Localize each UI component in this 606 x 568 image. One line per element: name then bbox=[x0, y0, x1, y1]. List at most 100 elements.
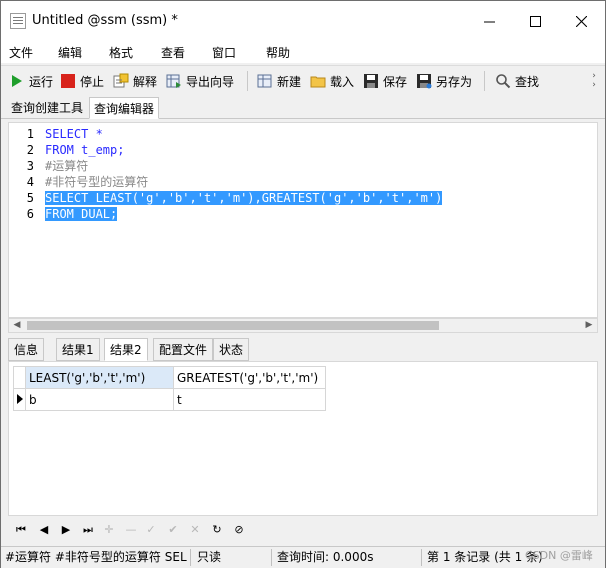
status-query-time: 查询时间: 0.000s bbox=[277, 550, 374, 564]
sql-editor[interactable]: 1 2 3 4 5 6 SELECT * FROM t_emp; #运算符 #非… bbox=[8, 122, 598, 318]
line-number: 6 bbox=[26, 207, 34, 221]
tab-info[interactable]: 信息 bbox=[8, 338, 45, 361]
line-number: 2 bbox=[26, 143, 34, 157]
toolbar: 运行 停止 解释 导出向导 新建 载入 保存 另存为 查找 › › bbox=[1, 65, 605, 95]
grid-cell[interactable]: b bbox=[25, 388, 174, 411]
export-wizard-label: 导出向导 bbox=[186, 74, 235, 89]
status-bar: #运算符 #非符号型的运算符 SELECT 只读 查询时间: 0.000s 第 … bbox=[1, 546, 605, 568]
explain-label: 解释 bbox=[133, 74, 158, 89]
grid-header-row: LEAST('g','b','t','m') GREATEST('g','b',… bbox=[13, 366, 326, 389]
folder-icon bbox=[310, 73, 326, 89]
menu-format[interactable]: 格式 bbox=[109, 44, 133, 61]
apply-changes-icon: ✔ bbox=[168, 523, 178, 536]
stop-label: 停止 bbox=[80, 74, 105, 89]
code-line-comment: #运算符 bbox=[45, 159, 89, 173]
minimize-icon bbox=[484, 21, 495, 23]
find-label: 查找 bbox=[515, 74, 540, 89]
grid-cell[interactable]: t bbox=[173, 388, 326, 411]
refresh-icon[interactable]: ↻ bbox=[210, 523, 224, 537]
first-record-icon[interactable]: ⏮ bbox=[14, 523, 28, 537]
column-header[interactable]: LEAST('g','b','t','m') bbox=[25, 366, 174, 389]
load-label: 载入 bbox=[330, 74, 355, 89]
scroll-left-icon[interactable]: ◀ bbox=[9, 319, 25, 332]
explain-icon bbox=[113, 73, 129, 89]
menu-edit[interactable]: 编辑 bbox=[58, 44, 82, 61]
last-record-icon[interactable]: ⏭ bbox=[81, 523, 95, 537]
status-divider bbox=[421, 549, 422, 566]
editor-horizontal-scrollbar[interactable]: ◀ ▶ bbox=[8, 318, 598, 333]
close-icon bbox=[576, 16, 587, 27]
run-button[interactable]: 运行 bbox=[9, 71, 53, 91]
status-divider bbox=[271, 549, 272, 566]
save-as-icon bbox=[416, 73, 432, 89]
save-as-label: 另存为 bbox=[436, 74, 473, 89]
menu-window[interactable]: 窗口 bbox=[212, 44, 236, 61]
current-row-marker bbox=[13, 388, 26, 411]
column-header[interactable]: GREATEST('g','b','t','m') bbox=[173, 366, 326, 389]
code-line-selected: FROM DUAL; bbox=[45, 207, 118, 221]
add-record-icon: ✛ bbox=[104, 523, 114, 536]
toolbar-overflow-chevron-icon[interactable]: › › bbox=[589, 72, 599, 90]
scrollbar-thumb[interactable] bbox=[27, 321, 439, 330]
new-query-icon bbox=[257, 73, 273, 89]
explain-button[interactable]: 解释 bbox=[113, 71, 157, 91]
table-row[interactable]: b t bbox=[13, 388, 326, 411]
previous-record-icon[interactable]: ◀ bbox=[37, 523, 51, 537]
document-icon bbox=[10, 13, 26, 29]
editor-tab-strip: 查询创建工具 查询编辑器 bbox=[1, 97, 605, 119]
code-area[interactable]: SELECT * FROM t_emp; #运算符 #非符号型的运算符 SELE… bbox=[45, 126, 593, 222]
record-navigation-bar: ⏮ ◀ ▶ ⏭ ✛ — ✓ ✔ ✕ ↻ ⊘ bbox=[8, 518, 598, 542]
save-button[interactable]: 保存 bbox=[363, 71, 407, 91]
search-icon bbox=[495, 73, 511, 89]
row-pointer-icon bbox=[17, 394, 23, 404]
watermark: CSDN @雷峰 bbox=[525, 549, 593, 562]
discard-changes-icon: ✕ bbox=[190, 523, 200, 536]
play-icon bbox=[9, 73, 25, 89]
result-grid-area: LEAST('g','b','t','m') GREATEST('g','b',… bbox=[8, 361, 598, 516]
line-number-gutter: 1 2 3 4 5 6 bbox=[9, 126, 39, 222]
save-as-button[interactable]: 另存为 bbox=[416, 71, 472, 91]
status-query-text: #运算符 #非符号型的运算符 SELECT bbox=[5, 550, 187, 564]
tab-result2[interactable]: 结果2 bbox=[104, 338, 148, 361]
code-line: SELECT * bbox=[45, 127, 103, 141]
app-window: Untitled @ssm (ssm) * 文件 编辑 格式 查看 窗口 帮助 … bbox=[0, 0, 606, 568]
stop-fetch-icon[interactable]: ⊘ bbox=[232, 523, 246, 537]
tab-query-editor[interactable]: 查询编辑器 bbox=[89, 97, 160, 119]
status-divider bbox=[190, 549, 191, 566]
toolbar-divider bbox=[484, 71, 485, 91]
line-number: 1 bbox=[26, 127, 34, 141]
code-line-selected: SELECT LEAST('g','b','t','m'),GREATEST('… bbox=[45, 191, 443, 205]
delete-record-icon: — bbox=[125, 523, 137, 536]
window-title: Untitled @ssm (ssm) * bbox=[32, 13, 178, 28]
run-label: 运行 bbox=[29, 74, 54, 89]
menu-help[interactable]: 帮助 bbox=[266, 44, 290, 61]
status-readonly: 只读 bbox=[197, 550, 222, 564]
new-label: 新建 bbox=[277, 74, 302, 89]
line-number: 5 bbox=[26, 191, 34, 205]
tab-query-builder[interactable]: 查询创建工具 bbox=[7, 97, 87, 119]
menu-bar: 文件 编辑 格式 查看 窗口 帮助 bbox=[1, 41, 605, 63]
tab-profile[interactable]: 配置文件 bbox=[153, 338, 214, 361]
menu-view[interactable]: 查看 bbox=[161, 44, 185, 61]
maximize-icon bbox=[530, 16, 541, 27]
close-button[interactable] bbox=[559, 1, 605, 41]
maximize-button[interactable] bbox=[513, 1, 559, 41]
minimize-button[interactable] bbox=[467, 1, 513, 41]
save-label: 保存 bbox=[383, 74, 408, 89]
tab-result1[interactable]: 结果1 bbox=[56, 338, 100, 361]
export-wizard-button[interactable]: 导出向导 bbox=[166, 71, 234, 91]
title-bar: Untitled @ssm (ssm) * bbox=[1, 1, 605, 41]
stop-button[interactable]: 停止 bbox=[60, 71, 104, 91]
find-button[interactable]: 查找 bbox=[495, 71, 539, 91]
line-number: 3 bbox=[26, 159, 34, 173]
tab-status[interactable]: 状态 bbox=[213, 338, 250, 361]
edit-record-icon: ✓ bbox=[146, 523, 156, 536]
new-button[interactable]: 新建 bbox=[257, 71, 301, 91]
load-button[interactable]: 载入 bbox=[310, 71, 354, 91]
next-record-icon[interactable]: ▶ bbox=[59, 523, 73, 537]
scroll-right-icon[interactable]: ▶ bbox=[581, 319, 597, 332]
grid-corner bbox=[13, 366, 26, 389]
toolbar-divider bbox=[247, 71, 248, 91]
export-icon bbox=[166, 73, 182, 89]
menu-file[interactable]: 文件 bbox=[9, 44, 33, 61]
